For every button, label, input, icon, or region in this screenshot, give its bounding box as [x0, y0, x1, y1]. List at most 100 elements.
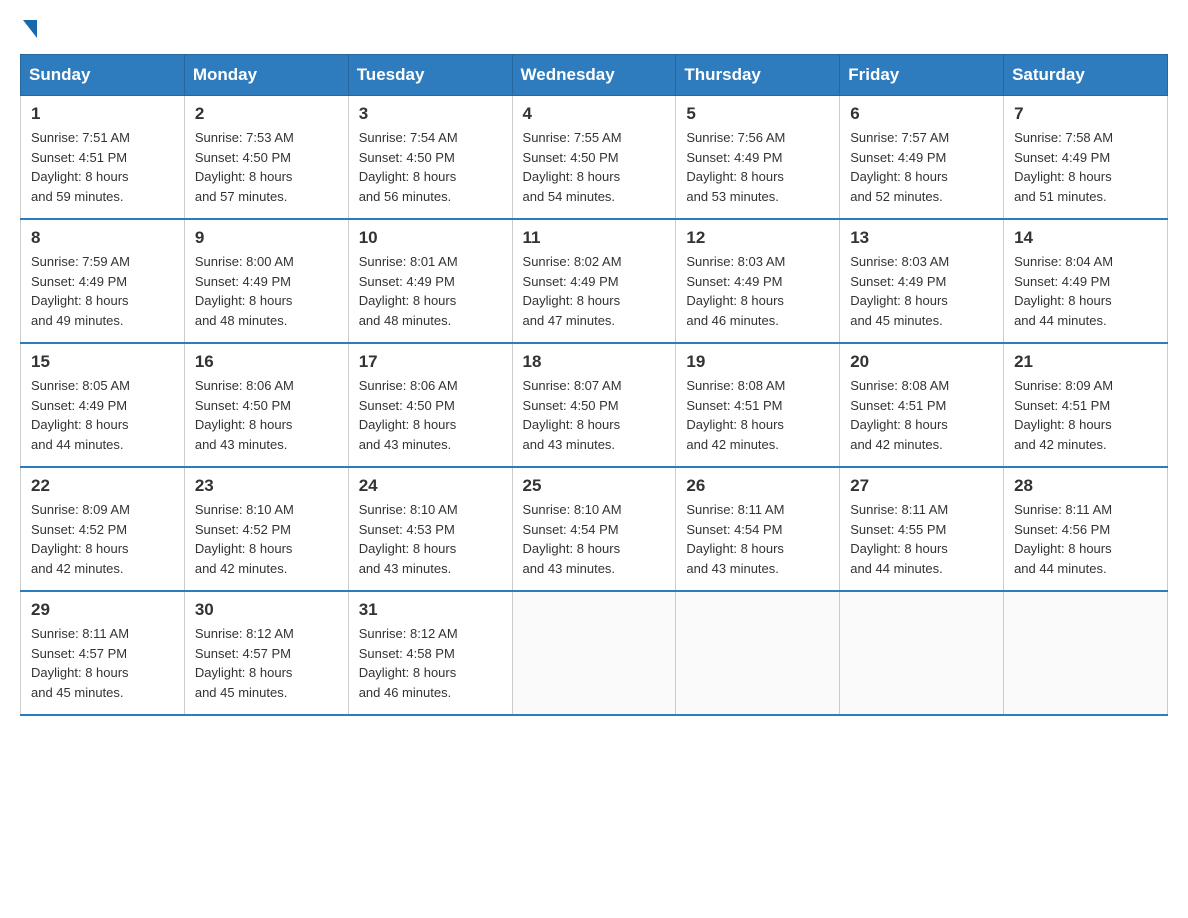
day-number: 31: [359, 600, 502, 620]
day-number: 3: [359, 104, 502, 124]
calendar-cell: 21 Sunrise: 8:09 AM Sunset: 4:51 PM Dayl…: [1004, 343, 1168, 467]
calendar-cell: 5 Sunrise: 7:56 AM Sunset: 4:49 PM Dayli…: [676, 96, 840, 220]
calendar-cell: 18 Sunrise: 8:07 AM Sunset: 4:50 PM Dayl…: [512, 343, 676, 467]
day-number: 20: [850, 352, 993, 372]
day-info: Sunrise: 7:59 AM Sunset: 4:49 PM Dayligh…: [31, 252, 174, 330]
day-number: 26: [686, 476, 829, 496]
day-info: Sunrise: 7:54 AM Sunset: 4:50 PM Dayligh…: [359, 128, 502, 206]
day-number: 25: [523, 476, 666, 496]
calendar-cell: 28 Sunrise: 8:11 AM Sunset: 4:56 PM Dayl…: [1004, 467, 1168, 591]
calendar-cell: 16 Sunrise: 8:06 AM Sunset: 4:50 PM Dayl…: [184, 343, 348, 467]
calendar-cell: 31 Sunrise: 8:12 AM Sunset: 4:58 PM Dayl…: [348, 591, 512, 715]
calendar-cell: 9 Sunrise: 8:00 AM Sunset: 4:49 PM Dayli…: [184, 219, 348, 343]
day-info: Sunrise: 8:12 AM Sunset: 4:57 PM Dayligh…: [195, 624, 338, 702]
calendar-cell: [512, 591, 676, 715]
header: [20, 20, 1168, 38]
calendar-cell: 27 Sunrise: 8:11 AM Sunset: 4:55 PM Dayl…: [840, 467, 1004, 591]
day-info: Sunrise: 8:09 AM Sunset: 4:52 PM Dayligh…: [31, 500, 174, 578]
day-number: 9: [195, 228, 338, 248]
day-info: Sunrise: 8:10 AM Sunset: 4:52 PM Dayligh…: [195, 500, 338, 578]
day-number: 23: [195, 476, 338, 496]
day-number: 15: [31, 352, 174, 372]
day-info: Sunrise: 7:55 AM Sunset: 4:50 PM Dayligh…: [523, 128, 666, 206]
day-info: Sunrise: 8:10 AM Sunset: 4:53 PM Dayligh…: [359, 500, 502, 578]
day-info: Sunrise: 8:11 AM Sunset: 4:56 PM Dayligh…: [1014, 500, 1157, 578]
logo: [20, 20, 39, 38]
calendar-cell: 29 Sunrise: 8:11 AM Sunset: 4:57 PM Dayl…: [21, 591, 185, 715]
logo-arrow-icon: [23, 20, 37, 38]
calendar-cell: 25 Sunrise: 8:10 AM Sunset: 4:54 PM Dayl…: [512, 467, 676, 591]
day-info: Sunrise: 8:01 AM Sunset: 4:49 PM Dayligh…: [359, 252, 502, 330]
day-info: Sunrise: 8:06 AM Sunset: 4:50 PM Dayligh…: [195, 376, 338, 454]
day-info: Sunrise: 8:06 AM Sunset: 4:50 PM Dayligh…: [359, 376, 502, 454]
day-number: 1: [31, 104, 174, 124]
calendar-body: 1 Sunrise: 7:51 AM Sunset: 4:51 PM Dayli…: [21, 96, 1168, 716]
calendar-cell: 30 Sunrise: 8:12 AM Sunset: 4:57 PM Dayl…: [184, 591, 348, 715]
calendar-cell: 6 Sunrise: 7:57 AM Sunset: 4:49 PM Dayli…: [840, 96, 1004, 220]
day-info: Sunrise: 7:57 AM Sunset: 4:49 PM Dayligh…: [850, 128, 993, 206]
logo-area: [20, 20, 39, 38]
calendar-week-row: 22 Sunrise: 8:09 AM Sunset: 4:52 PM Dayl…: [21, 467, 1168, 591]
calendar-header: SundayMondayTuesdayWednesdayThursdayFrid…: [21, 55, 1168, 96]
day-number: 13: [850, 228, 993, 248]
day-number: 27: [850, 476, 993, 496]
weekday-header-monday: Monday: [184, 55, 348, 96]
calendar-cell: [1004, 591, 1168, 715]
calendar-cell: 19 Sunrise: 8:08 AM Sunset: 4:51 PM Dayl…: [676, 343, 840, 467]
calendar-cell: 2 Sunrise: 7:53 AM Sunset: 4:50 PM Dayli…: [184, 96, 348, 220]
calendar-cell: 8 Sunrise: 7:59 AM Sunset: 4:49 PM Dayli…: [21, 219, 185, 343]
weekday-header-saturday: Saturday: [1004, 55, 1168, 96]
calendar-cell: [676, 591, 840, 715]
day-number: 10: [359, 228, 502, 248]
day-number: 12: [686, 228, 829, 248]
day-info: Sunrise: 8:03 AM Sunset: 4:49 PM Dayligh…: [686, 252, 829, 330]
calendar-week-row: 15 Sunrise: 8:05 AM Sunset: 4:49 PM Dayl…: [21, 343, 1168, 467]
day-info: Sunrise: 8:10 AM Sunset: 4:54 PM Dayligh…: [523, 500, 666, 578]
calendar-cell: 13 Sunrise: 8:03 AM Sunset: 4:49 PM Dayl…: [840, 219, 1004, 343]
calendar-week-row: 29 Sunrise: 8:11 AM Sunset: 4:57 PM Dayl…: [21, 591, 1168, 715]
calendar-week-row: 8 Sunrise: 7:59 AM Sunset: 4:49 PM Dayli…: [21, 219, 1168, 343]
calendar-cell: 7 Sunrise: 7:58 AM Sunset: 4:49 PM Dayli…: [1004, 96, 1168, 220]
weekday-header-friday: Friday: [840, 55, 1004, 96]
day-info: Sunrise: 8:08 AM Sunset: 4:51 PM Dayligh…: [686, 376, 829, 454]
day-info: Sunrise: 8:04 AM Sunset: 4:49 PM Dayligh…: [1014, 252, 1157, 330]
day-info: Sunrise: 7:58 AM Sunset: 4:49 PM Dayligh…: [1014, 128, 1157, 206]
calendar-cell: 26 Sunrise: 8:11 AM Sunset: 4:54 PM Dayl…: [676, 467, 840, 591]
day-number: 4: [523, 104, 666, 124]
calendar-cell: 15 Sunrise: 8:05 AM Sunset: 4:49 PM Dayl…: [21, 343, 185, 467]
day-info: Sunrise: 8:02 AM Sunset: 4:49 PM Dayligh…: [523, 252, 666, 330]
weekday-header-sunday: Sunday: [21, 55, 185, 96]
day-number: 28: [1014, 476, 1157, 496]
day-number: 11: [523, 228, 666, 248]
day-number: 16: [195, 352, 338, 372]
weekday-header-tuesday: Tuesday: [348, 55, 512, 96]
weekday-header-thursday: Thursday: [676, 55, 840, 96]
calendar-cell: [840, 591, 1004, 715]
day-info: Sunrise: 7:53 AM Sunset: 4:50 PM Dayligh…: [195, 128, 338, 206]
day-number: 30: [195, 600, 338, 620]
day-number: 2: [195, 104, 338, 124]
weekday-header-row: SundayMondayTuesdayWednesdayThursdayFrid…: [21, 55, 1168, 96]
calendar-cell: 24 Sunrise: 8:10 AM Sunset: 4:53 PM Dayl…: [348, 467, 512, 591]
calendar-cell: 4 Sunrise: 7:55 AM Sunset: 4:50 PM Dayli…: [512, 96, 676, 220]
day-info: Sunrise: 8:03 AM Sunset: 4:49 PM Dayligh…: [850, 252, 993, 330]
calendar-cell: 14 Sunrise: 8:04 AM Sunset: 4:49 PM Dayl…: [1004, 219, 1168, 343]
day-info: Sunrise: 8:08 AM Sunset: 4:51 PM Dayligh…: [850, 376, 993, 454]
day-number: 14: [1014, 228, 1157, 248]
day-info: Sunrise: 8:11 AM Sunset: 4:55 PM Dayligh…: [850, 500, 993, 578]
calendar-cell: 23 Sunrise: 8:10 AM Sunset: 4:52 PM Dayl…: [184, 467, 348, 591]
day-number: 21: [1014, 352, 1157, 372]
day-number: 24: [359, 476, 502, 496]
day-number: 29: [31, 600, 174, 620]
weekday-header-wednesday: Wednesday: [512, 55, 676, 96]
calendar-cell: 11 Sunrise: 8:02 AM Sunset: 4:49 PM Dayl…: [512, 219, 676, 343]
day-info: Sunrise: 8:05 AM Sunset: 4:49 PM Dayligh…: [31, 376, 174, 454]
calendar-cell: 22 Sunrise: 8:09 AM Sunset: 4:52 PM Dayl…: [21, 467, 185, 591]
day-info: Sunrise: 8:11 AM Sunset: 4:54 PM Dayligh…: [686, 500, 829, 578]
calendar-week-row: 1 Sunrise: 7:51 AM Sunset: 4:51 PM Dayli…: [21, 96, 1168, 220]
day-info: Sunrise: 8:12 AM Sunset: 4:58 PM Dayligh…: [359, 624, 502, 702]
day-info: Sunrise: 8:09 AM Sunset: 4:51 PM Dayligh…: [1014, 376, 1157, 454]
day-info: Sunrise: 8:00 AM Sunset: 4:49 PM Dayligh…: [195, 252, 338, 330]
day-info: Sunrise: 7:51 AM Sunset: 4:51 PM Dayligh…: [31, 128, 174, 206]
calendar-cell: 3 Sunrise: 7:54 AM Sunset: 4:50 PM Dayli…: [348, 96, 512, 220]
